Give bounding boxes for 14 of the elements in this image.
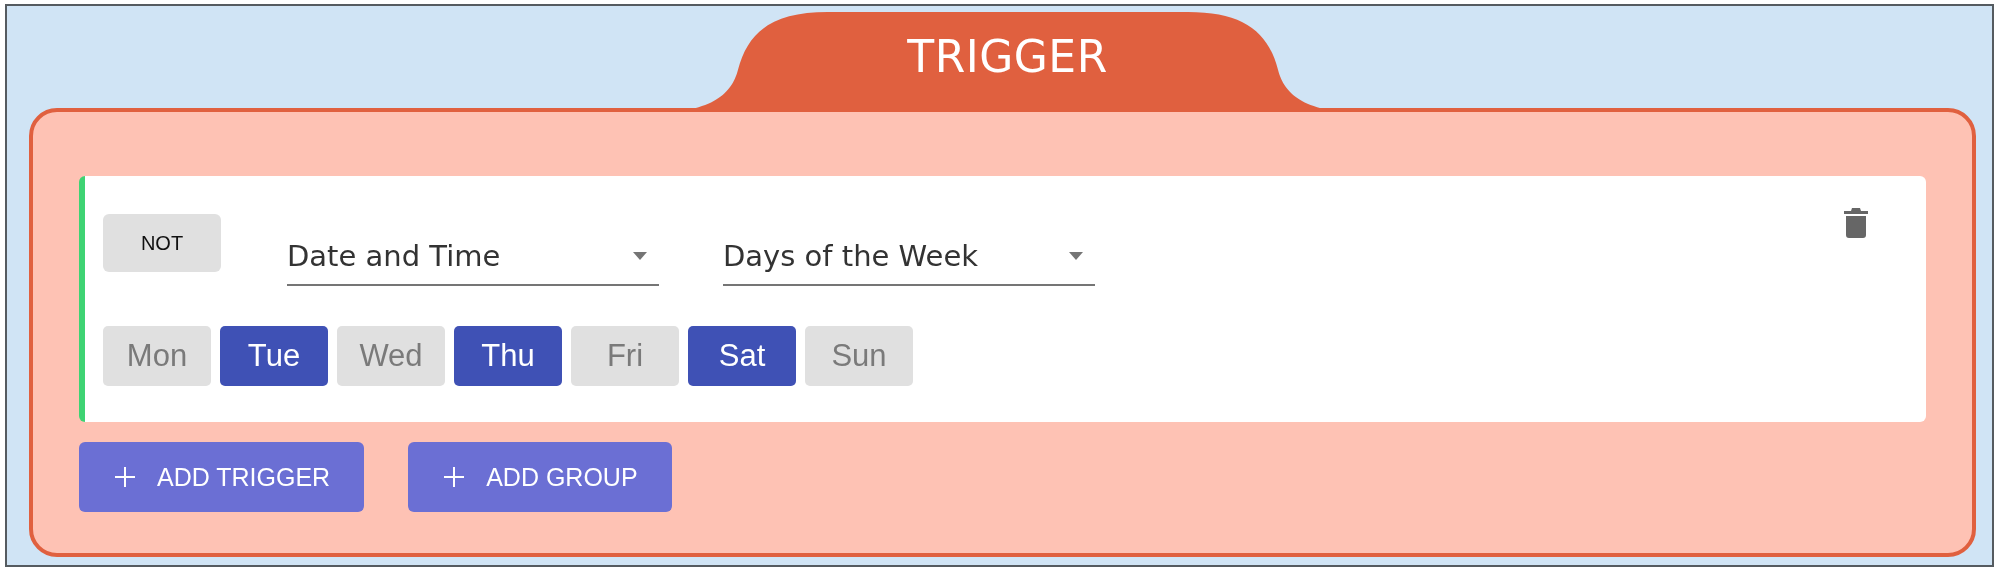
day-toggle[interactable]: Sat: [688, 326, 796, 386]
plus-icon: [444, 467, 465, 487]
delete-icon[interactable]: [1844, 208, 1868, 238]
caret-icon: [1069, 252, 1083, 260]
day-toggle[interactable]: Tue: [220, 326, 328, 386]
caret-icon: [633, 252, 647, 260]
add-button[interactable]: ADD TRIGGER: [79, 442, 365, 512]
dropdown[interactable]: Date and Time: [287, 214, 659, 286]
dropdown[interactable]: Days of the Week: [723, 214, 1095, 286]
day-toggle[interactable]: Thu: [454, 326, 562, 386]
panel-title: TRIGGER: [907, 30, 1108, 82]
plus-icon: [115, 467, 135, 487]
add-button[interactable]: ADD GROUP: [408, 442, 672, 512]
not-button[interactable]: NOT: [103, 214, 221, 272]
